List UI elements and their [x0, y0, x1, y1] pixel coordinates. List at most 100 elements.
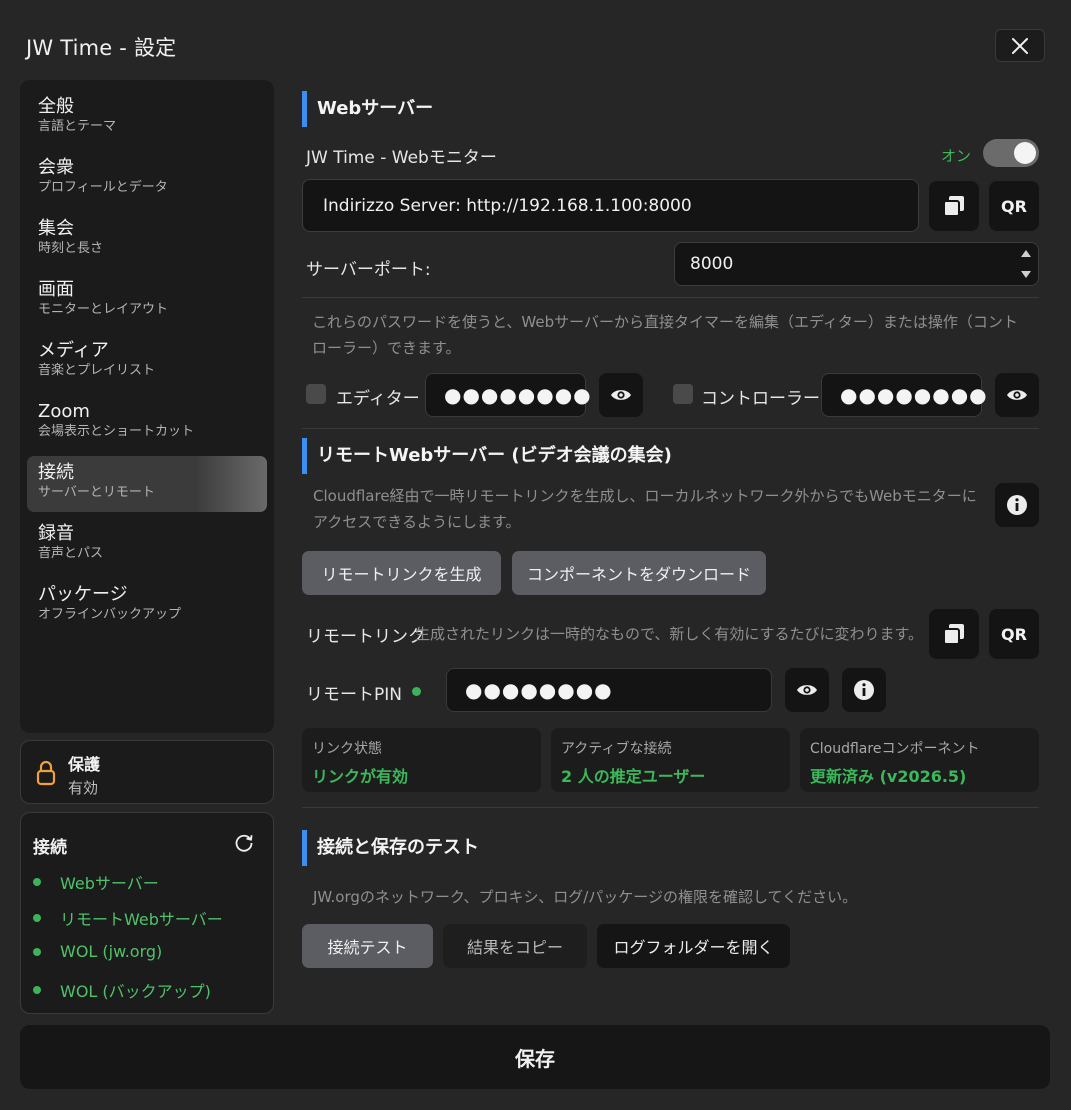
protection-panel[interactable]: 保護 有効	[20, 740, 274, 804]
editor-label: エディター	[336, 389, 420, 409]
sidebar-item-label: メディア	[38, 340, 109, 361]
generate-remote-link-button[interactable]: リモートリンクを生成	[302, 551, 501, 595]
controller-label: コントローラー	[701, 389, 820, 409]
editor-checkbox[interactable]	[306, 384, 326, 404]
divider	[302, 297, 1039, 298]
sidebar-item-sub: モニターとレイアウト	[38, 302, 169, 317]
stat-label: Cloudflareコンポーネント	[810, 741, 980, 757]
sidebar-item-label: 接続	[38, 462, 74, 483]
web-monitor-label: JW Time - Webモニター	[306, 148, 497, 168]
sidebar-item-sub: 会場表示とショートカット	[38, 424, 195, 439]
open-log-folder-button[interactable]: ログフォルダーを開く	[597, 924, 790, 968]
copy-address-button[interactable]	[929, 181, 979, 231]
sidebar-item-display[interactable]: 画面 モニターとレイアウト	[27, 273, 267, 329]
server-port-label: サーバーポート:	[306, 260, 431, 280]
sidebar-item-media[interactable]: メディア 音楽とプレイリスト	[27, 334, 267, 390]
password-note: これらのパスワードを使うと、Webサーバーから直接タイマーを編集（エディター）ま…	[312, 313, 1018, 357]
stat-label: リンク状態	[312, 741, 382, 757]
status-dot	[33, 986, 41, 994]
close-icon	[1012, 37, 1028, 54]
lock-icon	[36, 760, 56, 786]
link-status-card: リンク状態 リンクが有効	[302, 728, 541, 792]
remote-qr-button[interactable]: QR	[989, 609, 1039, 659]
remote-pin-field[interactable]: ●●●●●●●●	[446, 668, 772, 712]
close-button[interactable]	[995, 29, 1045, 62]
protection-title: 保護	[68, 755, 101, 774]
sidebar-item-sub: サーバーとリモート	[38, 485, 155, 500]
cloudflare-component-card: Cloudflareコンポーネント 更新済み (v2026.5)	[800, 728, 1039, 792]
server-address-field[interactable]: Indirizzo Server: http://192.168.1.100:8…	[302, 179, 919, 232]
refresh-icon[interactable]	[233, 832, 255, 854]
remote-link-label: リモートリンク	[306, 627, 425, 647]
qr-button[interactable]: QR	[989, 181, 1039, 231]
connection-test-button[interactable]: 接続テスト	[302, 924, 433, 968]
window-title: JW Time - 設定	[26, 36, 177, 60]
sidebar-item-sub: 音声とパス	[38, 546, 104, 561]
server-port-value: 8000	[690, 254, 734, 274]
connection-status-item: リモートWebサーバー	[33, 906, 223, 930]
sidebar-item-label: 集会	[38, 218, 74, 239]
server-port-input[interactable]: 8000	[674, 242, 1039, 286]
connection-status-panel: 接続 Webサーバー リモートWebサーバー WOL (jw.org) WOL …	[20, 812, 274, 1014]
qr-label: QR	[1001, 624, 1027, 644]
divider	[302, 807, 1039, 808]
sidebar-item-packages[interactable]: パッケージ オフラインバックアップ	[27, 578, 267, 634]
download-component-button[interactable]: コンポーネントをダウンロード	[512, 551, 766, 595]
copy-remote-link-button[interactable]	[929, 609, 979, 659]
port-stepper-icon[interactable]	[1019, 244, 1033, 284]
toggle-state-label: オン	[941, 147, 972, 165]
remote-info-button[interactable]	[995, 483, 1039, 527]
pin-status-dot	[412, 687, 421, 696]
eye-icon	[797, 685, 817, 695]
stat-label: アクティブな接続	[561, 741, 672, 757]
info-icon	[1007, 495, 1027, 515]
connection-status-label: リモートWebサーバー	[60, 910, 223, 929]
server-address-text: Indirizzo Server: http://192.168.1.100:8…	[323, 195, 692, 216]
status-dot	[33, 914, 41, 922]
editor-password-field[interactable]: ●●●●●●●●	[425, 373, 591, 417]
sidebar-item-sub: オフラインバックアップ	[38, 607, 182, 622]
sidebar-item-sub: 時刻と長さ	[38, 241, 104, 256]
active-connections-card: アクティブな接続 2 人の推定ユーザー	[551, 728, 790, 792]
sidebar-item-label: 画面	[38, 279, 74, 300]
status-dot	[33, 947, 41, 956]
pin-info-button[interactable]	[842, 668, 886, 712]
eye-icon	[1007, 390, 1027, 400]
sidebar-item-sub: 言語とテーマ	[38, 119, 117, 134]
sidebar-item-recording[interactable]: 録音 音声とパス	[27, 517, 267, 573]
status-dot	[33, 878, 41, 886]
copy-results-button[interactable]: 結果をコピー	[443, 924, 587, 968]
toggle-knob	[1014, 142, 1036, 164]
stat-value: リンクが有効	[312, 767, 409, 786]
qr-label: QR	[1001, 196, 1027, 216]
remote-link-note: 生成されたリンクは一時的なもので、新しく有効にするたびに変わります。	[415, 625, 924, 643]
copy-icon	[943, 624, 964, 645]
sidebar-item-meetings[interactable]: 集会 時刻と長さ	[27, 212, 267, 268]
show-pin-button[interactable]	[785, 668, 829, 712]
connection-status-item: Webサーバー	[33, 870, 159, 894]
connection-status-item: WOL (バックアップ)	[33, 978, 211, 1002]
sidebar-item-label: パッケージ	[38, 584, 128, 605]
section-title-test: 接続と保存のテスト	[302, 830, 479, 866]
sidebar-item-congregation[interactable]: 会衆 プロフィールとデータ	[27, 151, 267, 207]
sidebar-item-label: 録音	[38, 523, 74, 544]
section-title-remote-server: リモートWebサーバー (ビデオ会議の集会)	[302, 438, 672, 474]
controller-checkbox[interactable]	[673, 384, 693, 404]
sidebar-item-label: 会衆	[38, 157, 74, 178]
web-monitor-toggle[interactable]	[983, 139, 1039, 167]
section-title-web-server: Webサーバー	[302, 91, 433, 127]
show-editor-password-button[interactable]	[599, 373, 643, 417]
copy-icon	[943, 196, 964, 217]
divider	[302, 428, 1039, 429]
eye-icon	[611, 390, 631, 400]
sidebar-item-general[interactable]: 全般 言語とテーマ	[27, 90, 267, 146]
sidebar-item-sub: プロフィールとデータ	[38, 180, 168, 195]
sidebar-item-label: 全般	[38, 96, 74, 117]
sidebar-item-label: Zoom	[38, 401, 90, 422]
protection-status: 有効	[68, 779, 99, 797]
save-button[interactable]: 保存	[20, 1025, 1050, 1089]
controller-password-field[interactable]: ●●●●●●●●	[821, 373, 987, 417]
sidebar-item-connection[interactable]: 接続 サーバーとリモート	[27, 456, 267, 512]
sidebar-item-zoom[interactable]: Zoom 会場表示とショートカット	[27, 395, 267, 451]
show-controller-password-button[interactable]	[995, 373, 1039, 417]
